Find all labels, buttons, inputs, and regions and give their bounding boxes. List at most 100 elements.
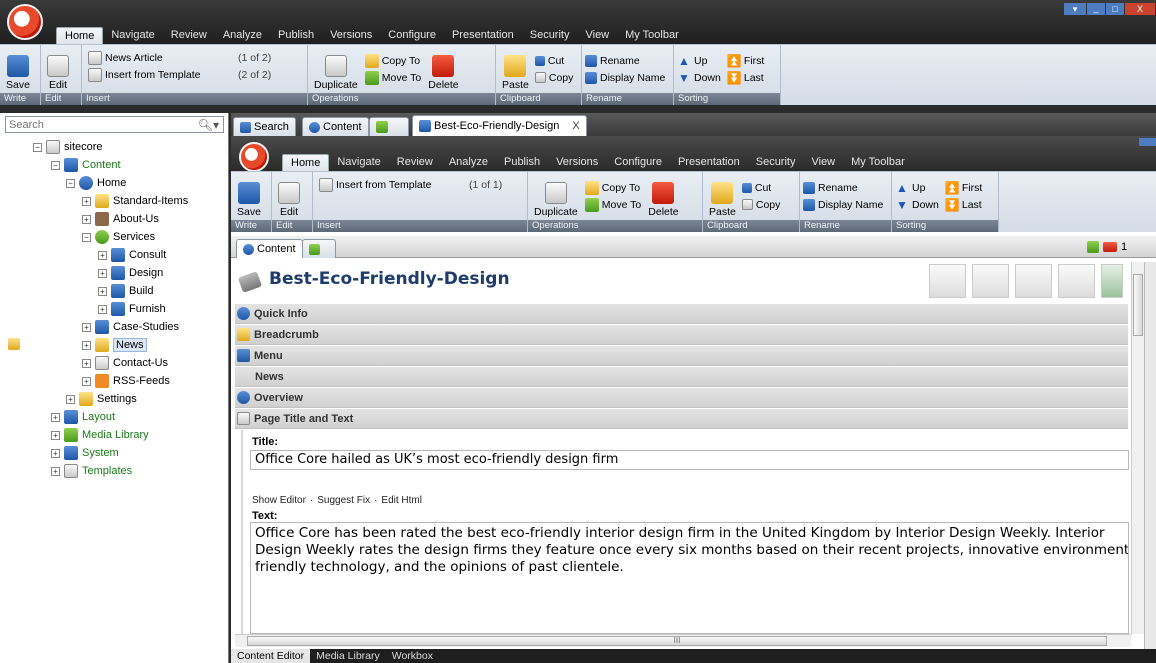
editor-tab-content[interactable]: Content (236, 239, 303, 258)
tab-content-editor[interactable]: Content Editor (231, 649, 311, 663)
maximize-button[interactable]: □ (1106, 3, 1124, 15)
tab-analyze[interactable]: Analyze (215, 27, 270, 44)
tab-home[interactable]: Home (56, 27, 104, 44)
editor-tab-add[interactable] (302, 239, 336, 258)
navigate-icon[interactable] (1087, 241, 1099, 253)
sort-down-button[interactable]: ▼ Down (677, 69, 721, 86)
expand-icon[interactable]: + (98, 304, 107, 314)
inner-window-button[interactable] (1139, 138, 1156, 146)
sort-last-button[interactable]: ⏬ Last (727, 69, 764, 86)
inner-sort-up-button[interactable]: ▲ Up (895, 179, 939, 196)
tree-item-rss-feeds[interactable]: + RSS-Feeds (82, 372, 170, 390)
tree-item-design[interactable]: + Design (98, 264, 163, 282)
tree-item-news[interactable]: + News (82, 336, 147, 354)
expand-icon[interactable]: + (51, 412, 60, 422)
expand-icon[interactable]: + (82, 376, 91, 386)
insert-news-article[interactable]: News Article (1 of 2) (88, 49, 301, 66)
section-overview[interactable]: Overview (235, 388, 1128, 408)
suggest-fix-link[interactable]: Suggest Fix (317, 495, 370, 506)
search-input[interactable] (6, 118, 198, 131)
section-breadcrumb[interactable]: Breadcrumb (235, 325, 1128, 345)
inner-copy-to-button[interactable]: Copy To (584, 179, 642, 196)
inner-sort-down-button[interactable]: ▼ Down (895, 196, 939, 213)
tab-my-toolbar[interactable]: My Toolbar (617, 27, 687, 44)
tree-item-layout[interactable]: + Layout (51, 408, 115, 426)
collapse-icon[interactable]: − (33, 142, 42, 152)
tree-item-about-us[interactable]: + About-Us (82, 210, 159, 228)
rename-button[interactable]: Rename (585, 52, 670, 69)
inner-move-to-button[interactable]: Move To (584, 196, 641, 213)
inner-paste-button[interactable]: Paste (706, 174, 739, 218)
section-quick-info[interactable]: Quick Info (235, 304, 1128, 324)
tree-item-templates[interactable]: + Templates (51, 462, 132, 480)
inner-tab-navigate[interactable]: Navigate (329, 154, 388, 171)
tab-presentation[interactable]: Presentation (444, 27, 522, 44)
copy-button[interactable]: Copy (534, 69, 573, 86)
sort-first-button[interactable]: ⏫ First (727, 52, 764, 69)
tree-item-media-library[interactable]: + Media Library (51, 426, 149, 444)
inner-insert-from-template[interactable]: Insert from Template (1 of 1) (319, 176, 521, 193)
section-menu[interactable]: Menu (235, 346, 1128, 366)
language-flag-icon[interactable] (1103, 242, 1117, 252)
tab-content[interactable]: Content (302, 117, 369, 136)
title-field[interactable]: Office Core hailed as UK’s most eco-frie… (250, 450, 1129, 470)
horizontal-scroll-thumb[interactable]: III (247, 636, 1107, 646)
horizontal-scrollbar[interactable]: III (235, 634, 1131, 647)
inner-duplicate-button[interactable]: Duplicate (531, 174, 581, 218)
inner-sort-first-button[interactable]: ⏫ First (945, 179, 982, 196)
window-menu-button[interactable]: ▾ (1064, 3, 1086, 15)
tree-item-furnish[interactable]: + Furnish (98, 300, 166, 318)
cut-button[interactable]: Cut (534, 52, 574, 69)
tab-view[interactable]: View (577, 27, 617, 44)
move-to-button[interactable]: Move To (364, 69, 421, 86)
expand-icon[interactable]: + (82, 322, 91, 332)
expand-icon[interactable]: + (51, 466, 60, 476)
close-window-button[interactable]: X (1125, 3, 1155, 15)
tab-versions[interactable]: Versions (322, 27, 380, 44)
show-editor-link[interactable]: Show Editor (252, 495, 306, 506)
inner-tab-home[interactable]: Home (282, 154, 330, 171)
expand-icon[interactable]: + (82, 340, 91, 350)
collapse-icon[interactable]: − (66, 178, 75, 188)
tree-item-contact-us[interactable]: + Contact-Us (82, 354, 168, 372)
tab-configure[interactable]: Configure (380, 27, 444, 44)
inner-save-button[interactable]: Save (234, 174, 264, 218)
layout-preview-icon[interactable] (929, 264, 966, 298)
tab-security[interactable]: Security (522, 27, 578, 44)
inner-cut-button[interactable]: Cut (741, 179, 781, 196)
tab-media-library[interactable]: Media Library (310, 649, 386, 663)
inner-tab-view[interactable]: View (803, 154, 843, 171)
vertical-scroll-thumb[interactable] (1133, 274, 1143, 336)
duplicate-button[interactable]: Duplicate (311, 47, 361, 91)
tree-item-case-studies[interactable]: + Case-Studies (82, 318, 179, 336)
inner-display-name-button[interactable]: Display Name (803, 196, 888, 213)
expand-icon[interactable]: + (51, 448, 60, 458)
expand-icon[interactable]: + (98, 268, 107, 278)
inner-rename-button[interactable]: Rename (803, 179, 888, 196)
edit-html-link[interactable]: Edit Html (381, 495, 422, 506)
tab-best-eco-friendly-design[interactable]: Best-Eco-Friendly-Design X (412, 115, 587, 136)
vertical-scrollbar[interactable] (1131, 262, 1144, 634)
delete-button[interactable]: Delete (425, 47, 461, 91)
copy-to-button[interactable]: Copy To (364, 52, 422, 69)
tree-item-system[interactable]: + System (51, 444, 119, 462)
close-tab-icon[interactable]: X (572, 120, 579, 132)
collapse-icon[interactable]: − (82, 232, 91, 242)
layout-preview-icon[interactable] (1058, 264, 1095, 298)
expand-icon[interactable]: + (82, 196, 91, 206)
save-button[interactable]: Save (3, 47, 33, 91)
tree-item-standard-items[interactable]: + Standard-Items (82, 192, 188, 210)
section-page-title-and-text[interactable]: Page Title and Text (235, 409, 1128, 429)
tree-item-build[interactable]: + Build (98, 282, 153, 300)
expand-icon[interactable]: + (82, 358, 91, 368)
expand-icon[interactable]: + (98, 286, 107, 296)
layout-preview-icon[interactable] (972, 264, 1009, 298)
tab-publish[interactable]: Publish (270, 27, 322, 44)
inner-edit-button[interactable]: Edit (275, 174, 303, 218)
inner-delete-button[interactable]: Delete (645, 174, 681, 218)
minimize-button[interactable]: _ (1087, 3, 1105, 15)
inner-tab-analyze[interactable]: Analyze (441, 154, 496, 171)
text-field[interactable]: Office Core has been rated the best eco-… (250, 522, 1129, 634)
tree-item-services[interactable]: − Services (82, 228, 155, 246)
edit-button[interactable]: Edit (44, 47, 72, 91)
